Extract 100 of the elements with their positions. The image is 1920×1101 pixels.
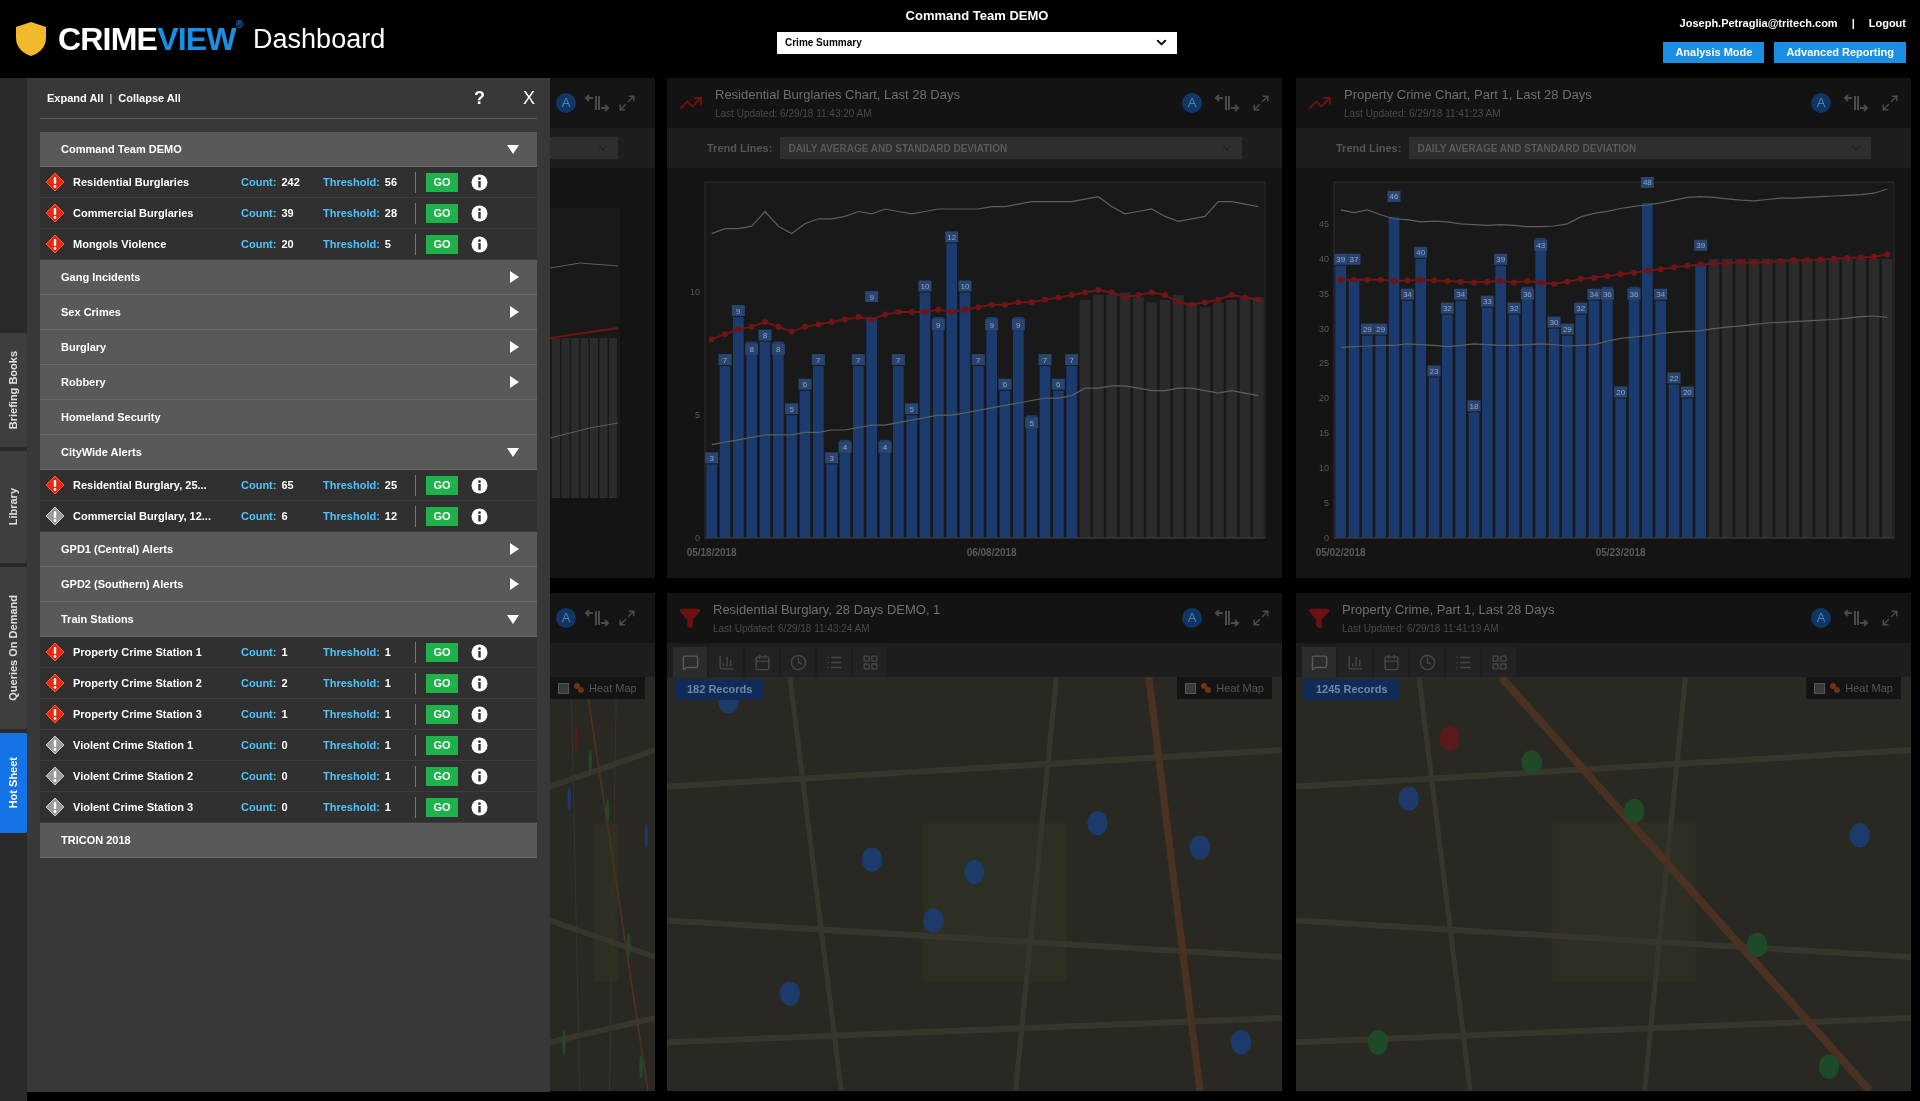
logout-link[interactable]: Logout xyxy=(1868,15,1906,32)
author-badge[interactable]: A xyxy=(556,93,576,113)
expand-triangle-icon xyxy=(510,578,519,590)
view-tab[interactable] xyxy=(1338,647,1372,677)
count-value: 0 xyxy=(281,768,288,784)
point xyxy=(1871,253,1877,260)
info-icon[interactable] xyxy=(471,767,488,785)
expand-icon[interactable] xyxy=(1252,94,1270,112)
info-icon[interactable] xyxy=(471,705,488,723)
help-button[interactable]: ? xyxy=(474,84,485,112)
user-email: Joseph.Petraglia@tritech.com xyxy=(1679,16,1838,32)
alert-name: Residential Burglary, 25... xyxy=(73,477,208,493)
expand-icon[interactable] xyxy=(618,609,636,627)
swap-icon[interactable] xyxy=(1843,609,1869,627)
view-tab[interactable] xyxy=(1374,647,1408,677)
group-header[interactable]: Burglary xyxy=(40,330,537,365)
info-icon[interactable] xyxy=(471,476,488,494)
panel-title: Residential Burglaries Chart, Last 28 Days xyxy=(715,85,961,104)
info-icon[interactable] xyxy=(471,674,488,692)
heat-map-checkbox[interactable] xyxy=(558,682,569,694)
go-button[interactable]: GO xyxy=(426,475,458,495)
point xyxy=(1791,257,1797,264)
author-badge[interactable]: A xyxy=(1811,608,1831,628)
close-button[interactable]: X xyxy=(523,84,535,112)
group-header[interactable]: GPD2 (Southern) Alerts xyxy=(40,567,537,602)
group-header[interactable]: Gang Incidents xyxy=(40,260,537,295)
group-header[interactable]: Train Stations xyxy=(40,602,537,637)
group-header[interactable]: Command Team DEMO xyxy=(40,132,537,167)
expand-icon[interactable] xyxy=(1881,94,1899,112)
view-tab[interactable] xyxy=(1302,647,1336,677)
alert-name: Property Crime Station 1 xyxy=(73,644,203,660)
data-label: 7 xyxy=(722,355,728,365)
author-badge[interactable]: A xyxy=(1811,93,1831,113)
swap-icon[interactable] xyxy=(584,94,610,112)
expand-icon[interactable] xyxy=(1881,609,1899,627)
count-value: 65 xyxy=(281,477,294,493)
info-icon[interactable] xyxy=(471,798,488,816)
go-button[interactable]: GO xyxy=(426,673,458,693)
registered-mark: ® xyxy=(235,18,244,30)
go-button[interactable]: GO xyxy=(426,172,458,192)
swap-icon[interactable] xyxy=(1843,94,1869,112)
threshold-label: Threshold: xyxy=(323,799,380,815)
view-tab[interactable] xyxy=(853,647,887,677)
expand-icon[interactable] xyxy=(1252,609,1270,627)
author-badge[interactable]: A xyxy=(1182,608,1202,628)
point xyxy=(1444,278,1451,285)
expand-icon[interactable] xyxy=(618,94,636,112)
side-tab[interactable]: Briefing Books xyxy=(0,333,27,447)
info-icon[interactable] xyxy=(471,507,488,525)
point xyxy=(1684,262,1691,269)
alert-name: Violent Crime Station 1 xyxy=(73,737,195,753)
info-icon[interactable] xyxy=(471,643,488,661)
go-button[interactable]: GO xyxy=(426,797,458,817)
swap-icon[interactable] xyxy=(1214,94,1240,112)
group-header[interactable]: TRICON 2018 xyxy=(40,823,537,858)
go-button[interactable]: GO xyxy=(426,203,458,223)
data-label: 7 xyxy=(976,355,982,365)
view-tab[interactable] xyxy=(817,647,851,677)
view-tab[interactable] xyxy=(1482,647,1516,677)
threshold-label: Threshold: xyxy=(323,768,380,784)
group-header[interactable]: GPD1 (Central) Alerts xyxy=(40,532,537,567)
view-tab[interactable] xyxy=(781,647,815,677)
group-header[interactable]: Homeland Security xyxy=(40,400,537,435)
data-label: 34 xyxy=(1400,288,1414,300)
heat-map-checkbox[interactable] xyxy=(1814,682,1826,694)
group-header[interactable]: CityWide Alerts xyxy=(40,435,537,470)
expand-all-link[interactable]: Expand All xyxy=(47,89,104,107)
view-tab[interactable] xyxy=(709,647,743,677)
side-tab[interactable]: Hot Sheet xyxy=(0,733,27,833)
header-button[interactable]: Analysis Mode xyxy=(1663,41,1765,63)
collapse-all-link[interactable]: Collapse All xyxy=(118,89,181,107)
info-icon[interactable] xyxy=(471,235,488,253)
group-header[interactable]: Sex Crimes xyxy=(40,295,537,330)
count-value: 0 xyxy=(281,799,288,815)
info-icon[interactable] xyxy=(471,173,488,191)
alert-icon xyxy=(45,475,65,495)
calendar-icon xyxy=(753,653,771,671)
go-button[interactable]: GO xyxy=(426,234,458,254)
go-button[interactable]: GO xyxy=(426,735,458,755)
heat-map-checkbox[interactable] xyxy=(1185,682,1197,694)
go-button[interactable]: GO xyxy=(426,766,458,786)
side-tab[interactable]: Library xyxy=(0,451,27,563)
go-button[interactable]: GO xyxy=(426,506,458,526)
side-tab[interactable]: Queries On Demand xyxy=(0,567,27,729)
header-button[interactable]: Advanced Reporting xyxy=(1774,41,1906,63)
group-header[interactable]: Robbery xyxy=(40,365,537,400)
info-icon[interactable] xyxy=(471,736,488,754)
swap-icon[interactable] xyxy=(1214,609,1240,627)
view-tab[interactable] xyxy=(745,647,779,677)
view-tab[interactable] xyxy=(1410,647,1444,677)
info-icon[interactable] xyxy=(471,204,488,222)
author-badge[interactable]: A xyxy=(1182,93,1202,113)
view-tab[interactable] xyxy=(673,647,707,677)
go-button[interactable]: GO xyxy=(426,704,458,724)
view-select[interactable]: Crime Summary xyxy=(777,31,1177,54)
threshold-label: Threshold: xyxy=(323,675,380,691)
view-tab[interactable] xyxy=(1446,647,1480,677)
swap-icon[interactable] xyxy=(584,609,610,627)
go-button[interactable]: GO xyxy=(426,642,458,662)
author-badge[interactable]: A xyxy=(556,608,576,628)
